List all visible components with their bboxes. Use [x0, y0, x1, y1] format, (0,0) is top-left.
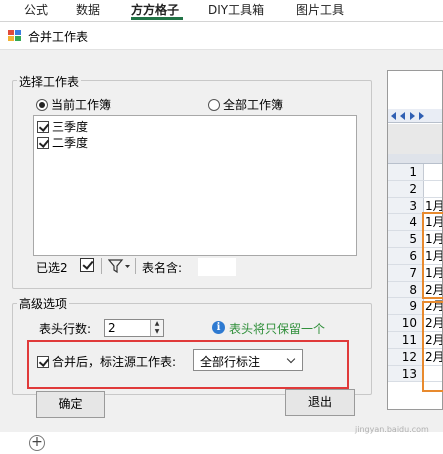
select-sheets-title: 选择工作表: [17, 73, 82, 90]
radio-all-label: 全部工作簿: [223, 98, 284, 112]
row-number: 4: [388, 214, 424, 231]
toolbar-divider: [101, 258, 102, 274]
mark-source-dropdown[interactable]: 全部行标注: [193, 349, 303, 371]
radio-current-label: 当前工作簿: [51, 98, 112, 112]
sheet-filter-bar: 已选2 表名含:: [36, 258, 357, 278]
select-all-checkbox[interactable]: [80, 258, 94, 272]
preview-blank-area: [388, 124, 442, 154]
watermark: jingyan.baidu.com: [355, 425, 429, 434]
tab-data[interactable]: 数据: [76, 1, 100, 18]
sheet-list[interactable]: 三季度 二季度: [33, 115, 357, 256]
list-item[interactable]: 三季度: [37, 118, 88, 135]
sheet-name-filter-label: 表名含:: [142, 261, 183, 275]
info-icon: i: [212, 321, 225, 334]
row-number: 8: [388, 281, 424, 298]
nav-last-icon[interactable]: [419, 112, 424, 120]
tab-fangfang[interactable]: 方方格子: [131, 1, 179, 18]
radio-all-indicator: [208, 98, 220, 111]
exit-button[interactable]: 退出: [285, 389, 355, 416]
sheet-nav-bar: [388, 109, 442, 123]
mark-source-option: 全部行标注: [200, 355, 261, 369]
sheet-checkbox[interactable]: [37, 136, 49, 149]
merge-sheets-dialog: 合并工作表 选择工作表 当前工作簿 全部工作簿 三季度 二季度 已选2 表名含:…: [0, 22, 443, 432]
tab-diy-toolbox[interactable]: DIY工具箱: [208, 1, 264, 18]
nav-prev-icon[interactable]: [400, 112, 405, 120]
row-number: 5: [388, 231, 424, 247]
advanced-options-title: 高级选项: [17, 295, 70, 312]
app-icon: [8, 30, 21, 42]
add-sheet-icon[interactable]: +: [29, 435, 45, 451]
header-info-text: 表头将只保留一个: [229, 322, 326, 336]
chevron-down-icon: [286, 354, 296, 364]
row-number: 1: [388, 164, 424, 180]
preview-group-1-outline: [422, 212, 443, 299]
header-rows-label: 表头行数:: [39, 322, 92, 336]
mark-source-label: 合并后，标注源工作表:: [52, 355, 177, 369]
row-number: 13: [388, 365, 424, 382]
radio-current-workbook[interactable]: 当前工作簿: [36, 96, 111, 113]
stepper-up-icon[interactable]: ▲: [151, 320, 163, 328]
filter-icon: [107, 259, 130, 274]
preview-column-header: [388, 154, 442, 164]
header-rows-value[interactable]: 2: [108, 321, 116, 335]
list-item[interactable]: 二季度: [37, 134, 88, 151]
table-row: 2: [388, 180, 442, 198]
sheet-name: 二季度: [52, 136, 89, 150]
row-number: 3: [388, 197, 424, 214]
row-number: 11: [388, 331, 424, 348]
sheet-tab-bar: +: [0, 432, 443, 454]
row-number: 12: [388, 348, 424, 365]
ok-button[interactable]: 确定: [36, 391, 105, 418]
tab-formulas[interactable]: 公式: [24, 1, 48, 18]
sheet-name: 三季度: [52, 120, 89, 134]
mark-source-checkbox-row[interactable]: 合并后，标注源工作表:: [37, 353, 176, 370]
radio-current-indicator: [36, 98, 48, 111]
dialog-title: 合并工作表: [28, 30, 89, 44]
ribbon-tabs: 公式 数据 方方格子 DIY工具箱 图片工具: [0, 0, 443, 22]
stepper-down-icon[interactable]: ▼: [151, 328, 163, 336]
selected-count: 已选2: [36, 261, 68, 275]
nav-next-icon[interactable]: [410, 112, 415, 120]
table-row: 1: [388, 164, 442, 181]
nav-first-icon[interactable]: [391, 112, 396, 120]
active-tab-indicator: [131, 17, 183, 20]
toolbar-divider: [135, 258, 136, 274]
row-number: 7: [388, 264, 424, 281]
tab-picture-tools[interactable]: 图片工具: [296, 1, 344, 18]
sheet-checkbox[interactable]: [37, 120, 49, 133]
row-number: 9: [388, 298, 424, 315]
radio-all-workbooks[interactable]: 全部工作簿: [208, 96, 283, 113]
mark-source-checkbox[interactable]: [37, 355, 49, 368]
sheet-name-filter-input[interactable]: [198, 258, 236, 276]
stepper-buttons: ▲ ▼: [150, 320, 163, 336]
row-number: 6: [388, 247, 424, 264]
row-number: 10: [388, 315, 424, 331]
header-rows-stepper[interactable]: 2 ▲ ▼: [104, 319, 164, 337]
preview-group-2-outline: [422, 301, 443, 392]
dialog-titlebar[interactable]: 合并工作表: [0, 22, 443, 50]
row-number: 2: [388, 180, 424, 197]
filter-button[interactable]: [107, 258, 132, 277]
